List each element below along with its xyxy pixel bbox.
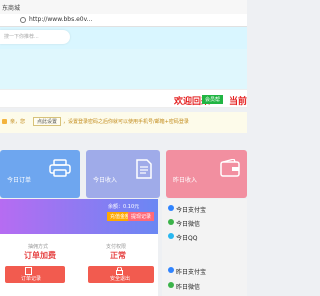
side-item-qq-today[interactable]: 今日QQ <box>168 233 197 242</box>
stat-label: 今日订单 <box>7 177 32 184</box>
balance-readout: 余额：0.10元 <box>108 204 140 210</box>
stat-label: 今日收入 <box>93 177 118 184</box>
set-password-button[interactable]: 点此设置 <box>33 117 62 126</box>
printer-icon <box>49 159 71 177</box>
qq-icon <box>168 233 174 239</box>
side-item-wechat-today[interactable]: 今日微信 <box>168 219 200 228</box>
status-label: 支付权限 <box>106 244 127 250</box>
lock-icon <box>116 267 123 275</box>
stat-label: 昨日收入 <box>173 177 198 184</box>
side-item-label: 昨日支付宝 <box>176 269 207 276</box>
stat-card-yesterday-income[interactable]: 昨日收入 <box>166 150 247 198</box>
order-records-button[interactable]: 订单记录 <box>5 266 65 283</box>
wechat-icon <box>168 282 174 288</box>
logout-label: 安全退出 <box>110 276 131 282</box>
document-icon <box>136 159 152 179</box>
method-value: 订单加费 <box>24 251 56 260</box>
search-placeholder: 搜一下你推荐... <box>4 34 39 40</box>
side-item-label: 今日微信 <box>176 221 201 228</box>
payment-stats-panel: 今日支付宝 今日微信 今日QQ 昨日支付宝 昨日微信 <box>162 199 247 296</box>
withdraw-records-button[interactable]: 提现记录 <box>128 212 155 221</box>
side-item-alipay-yesterday[interactable]: 昨日支付宝 <box>168 267 206 276</box>
wechat-icon <box>168 219 174 225</box>
receipt-icon <box>25 267 32 275</box>
method-label: 抽佣方式 <box>28 244 49 250</box>
side-item-wechat-yesterday[interactable]: 昨日微信 <box>168 282 200 291</box>
stat-card-today-income[interactable]: 今日收入 <box>86 150 160 198</box>
lock-icon <box>2 119 7 124</box>
browser-titlebar: 东商城 <box>0 0 247 14</box>
wallet-icon <box>220 159 240 177</box>
url-text[interactable]: http://www.bbs.e0v... <box>29 16 92 23</box>
side-item-label: 今日QQ <box>176 235 198 242</box>
password-notice: 亲，您 点此设置 ，设置登录密码之后你就可以使用手机号/邮箱+密码登录 <box>0 112 247 133</box>
address-bar[interactable]: http://www.bbs.e0v... <box>0 14 247 27</box>
side-item-label: 今日支付宝 <box>176 207 207 214</box>
member-badge[interactable]: 会员帮 <box>202 95 224 104</box>
status-value: 正常 <box>110 251 126 260</box>
order-records-label: 订单记录 <box>21 276 42 282</box>
side-item-alipay-today[interactable]: 今日支付宝 <box>168 205 206 214</box>
info-icon[interactable] <box>20 17 26 23</box>
welcome-text-2: 当前 <box>229 97 248 107</box>
notice-prefix: 亲，您 <box>10 119 26 125</box>
logout-button[interactable]: 安全退出 <box>88 266 154 283</box>
stat-card-today-orders[interactable]: 今日订单 <box>0 150 80 198</box>
balance-header: 余额：0.10元 充值金额 提现记录 <box>0 199 158 234</box>
side-item-label: 昨日微信 <box>176 284 201 291</box>
alipay-icon <box>168 205 174 211</box>
welcome-bar: 欢迎回来 会员帮 当前 <box>0 89 247 108</box>
notice-text: ，设置登录密码之后你就可以使用手机号/邮箱+密码登录 <box>63 119 189 125</box>
alipay-icon <box>168 267 174 273</box>
tab-title[interactable]: 东商城 <box>2 3 20 12</box>
search-input[interactable]: 搜一下你推荐... <box>0 30 70 44</box>
